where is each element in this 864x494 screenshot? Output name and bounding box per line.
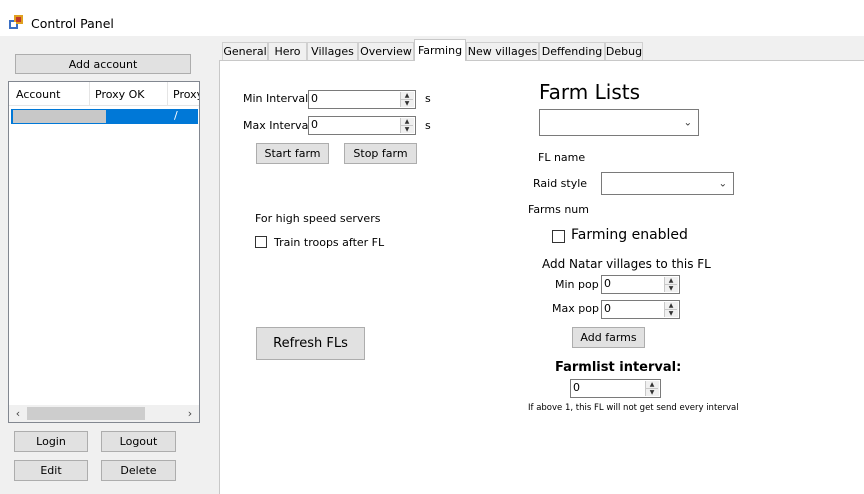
- max-interval-value: 0: [311, 118, 318, 131]
- tab-deffending[interactable]: Deffending: [539, 42, 605, 60]
- tab-general[interactable]: General: [222, 42, 268, 60]
- min-interval-label: Min Interval: [243, 92, 309, 105]
- spin-up-icon[interactable]: ▲: [401, 118, 413, 126]
- tab-hero[interactable]: Hero: [268, 42, 307, 60]
- stop-farm-button[interactable]: Stop farm: [344, 143, 417, 164]
- tab-farming[interactable]: Farming: [414, 39, 466, 61]
- farmlist-interval-note: If above 1, this FL will not get send ev…: [528, 403, 739, 413]
- title-bar: [0, 0, 864, 36]
- min-interval-spinner[interactable]: ▲ ▼: [400, 92, 414, 107]
- edit-button[interactable]: Edit: [14, 460, 88, 481]
- window-title: Control Panel: [31, 16, 114, 31]
- tab-villages[interactable]: Villages: [307, 42, 358, 60]
- farmlist-interval-input[interactable]: 0 ▲ ▼: [570, 379, 661, 398]
- control-panel-app-icon: [9, 15, 23, 29]
- min-pop-value: 0: [604, 277, 611, 290]
- fl-name-label: FL name: [538, 151, 586, 164]
- min-pop-spinner[interactable]: ▲ ▼: [664, 277, 678, 292]
- proxy-cell: /: [174, 109, 178, 122]
- chevron-down-icon: ⌄: [718, 178, 727, 189]
- max-pop-spinner[interactable]: ▲ ▼: [664, 302, 678, 317]
- column-header-account[interactable]: Account: [9, 82, 90, 105]
- column-header-account-label: Account: [16, 88, 61, 101]
- max-pop-value: 0: [604, 302, 611, 315]
- logout-button[interactable]: Logout: [101, 431, 176, 452]
- max-interval-spinner[interactable]: ▲ ▼: [400, 118, 414, 133]
- table-row[interactable]: /: [11, 109, 198, 124]
- farming-enabled-label[interactable]: Farming enabled: [571, 227, 688, 243]
- spin-down-icon[interactable]: ▼: [665, 310, 677, 318]
- delete-button[interactable]: Delete: [101, 460, 176, 481]
- train-troops-checkbox[interactable]: [255, 236, 267, 248]
- spin-down-icon[interactable]: ▼: [401, 126, 413, 134]
- scroll-right-arrow-icon[interactable]: ›: [183, 407, 197, 420]
- tab-new-villages[interactable]: New villages: [466, 42, 539, 60]
- account-name-cell: [13, 110, 106, 123]
- column-header-proxy[interactable]: Proxy: [167, 82, 199, 105]
- accounts-table-header: Account Proxy OK Proxy: [9, 82, 199, 106]
- tab-debug[interactable]: Debug: [605, 42, 643, 60]
- spin-down-icon[interactable]: ▼: [665, 285, 677, 293]
- min-pop-label: Min pop: [555, 278, 599, 291]
- farms-num-label: Farms num: [528, 203, 589, 216]
- add-farms-button[interactable]: Add farms: [572, 327, 645, 348]
- min-interval-input[interactable]: 0 ▲ ▼: [308, 90, 416, 109]
- spin-up-icon[interactable]: ▲: [665, 277, 677, 285]
- farmlist-interval-spinner[interactable]: ▲ ▼: [645, 381, 659, 396]
- column-header-proxy-ok[interactable]: Proxy OK: [89, 82, 168, 105]
- column-header-proxy-ok-label: Proxy OK: [95, 88, 145, 101]
- accounts-list[interactable]: Account Proxy OK Proxy / ‹ ›: [8, 81, 200, 423]
- train-troops-label[interactable]: Train troops after FL: [274, 236, 384, 249]
- column-header-proxy-label: Proxy: [173, 88, 199, 101]
- spin-down-icon[interactable]: ▼: [401, 100, 413, 108]
- login-button[interactable]: Login: [14, 431, 88, 452]
- scrollbar-thumb[interactable]: [27, 407, 145, 420]
- spin-down-icon[interactable]: ▼: [646, 389, 658, 397]
- farm-list-dropdown[interactable]: ⌄: [539, 109, 699, 136]
- high-speed-servers-label: For high speed servers: [255, 212, 381, 225]
- min-interval-value: 0: [311, 92, 318, 105]
- farm-lists-title: Farm Lists: [539, 80, 641, 104]
- max-interval-label: Max Interval: [243, 119, 312, 132]
- max-pop-input[interactable]: 0 ▲ ▼: [601, 300, 680, 319]
- min-pop-input[interactable]: 0 ▲ ▼: [601, 275, 680, 294]
- tab-overview[interactable]: Overview: [358, 42, 414, 60]
- farmlist-interval-value: 0: [573, 381, 580, 394]
- refresh-fls-button[interactable]: Refresh FLs: [256, 327, 365, 360]
- max-pop-label: Max pop: [552, 302, 599, 315]
- chevron-down-icon: ⌄: [683, 117, 692, 128]
- farming-enabled-checkbox[interactable]: [552, 230, 565, 243]
- raid-style-label: Raid style: [533, 177, 588, 190]
- min-interval-unit: s: [425, 92, 431, 105]
- add-natar-villages-label: Add Natar villages to this FL: [542, 257, 711, 271]
- farmlist-interval-label: Farmlist interval:: [555, 360, 682, 375]
- horizontal-scrollbar[interactable]: ‹ ›: [9, 405, 199, 422]
- raid-style-dropdown[interactable]: ⌄: [601, 172, 734, 195]
- add-account-button[interactable]: Add account: [15, 54, 191, 74]
- max-interval-input[interactable]: 0 ▲ ▼: [308, 116, 416, 135]
- scroll-left-arrow-icon[interactable]: ‹: [11, 407, 25, 420]
- spin-up-icon[interactable]: ▲: [665, 302, 677, 310]
- spin-up-icon[interactable]: ▲: [401, 92, 413, 100]
- spin-up-icon[interactable]: ▲: [646, 381, 658, 389]
- max-interval-unit: s: [425, 119, 431, 132]
- start-farm-button[interactable]: Start farm: [256, 143, 329, 164]
